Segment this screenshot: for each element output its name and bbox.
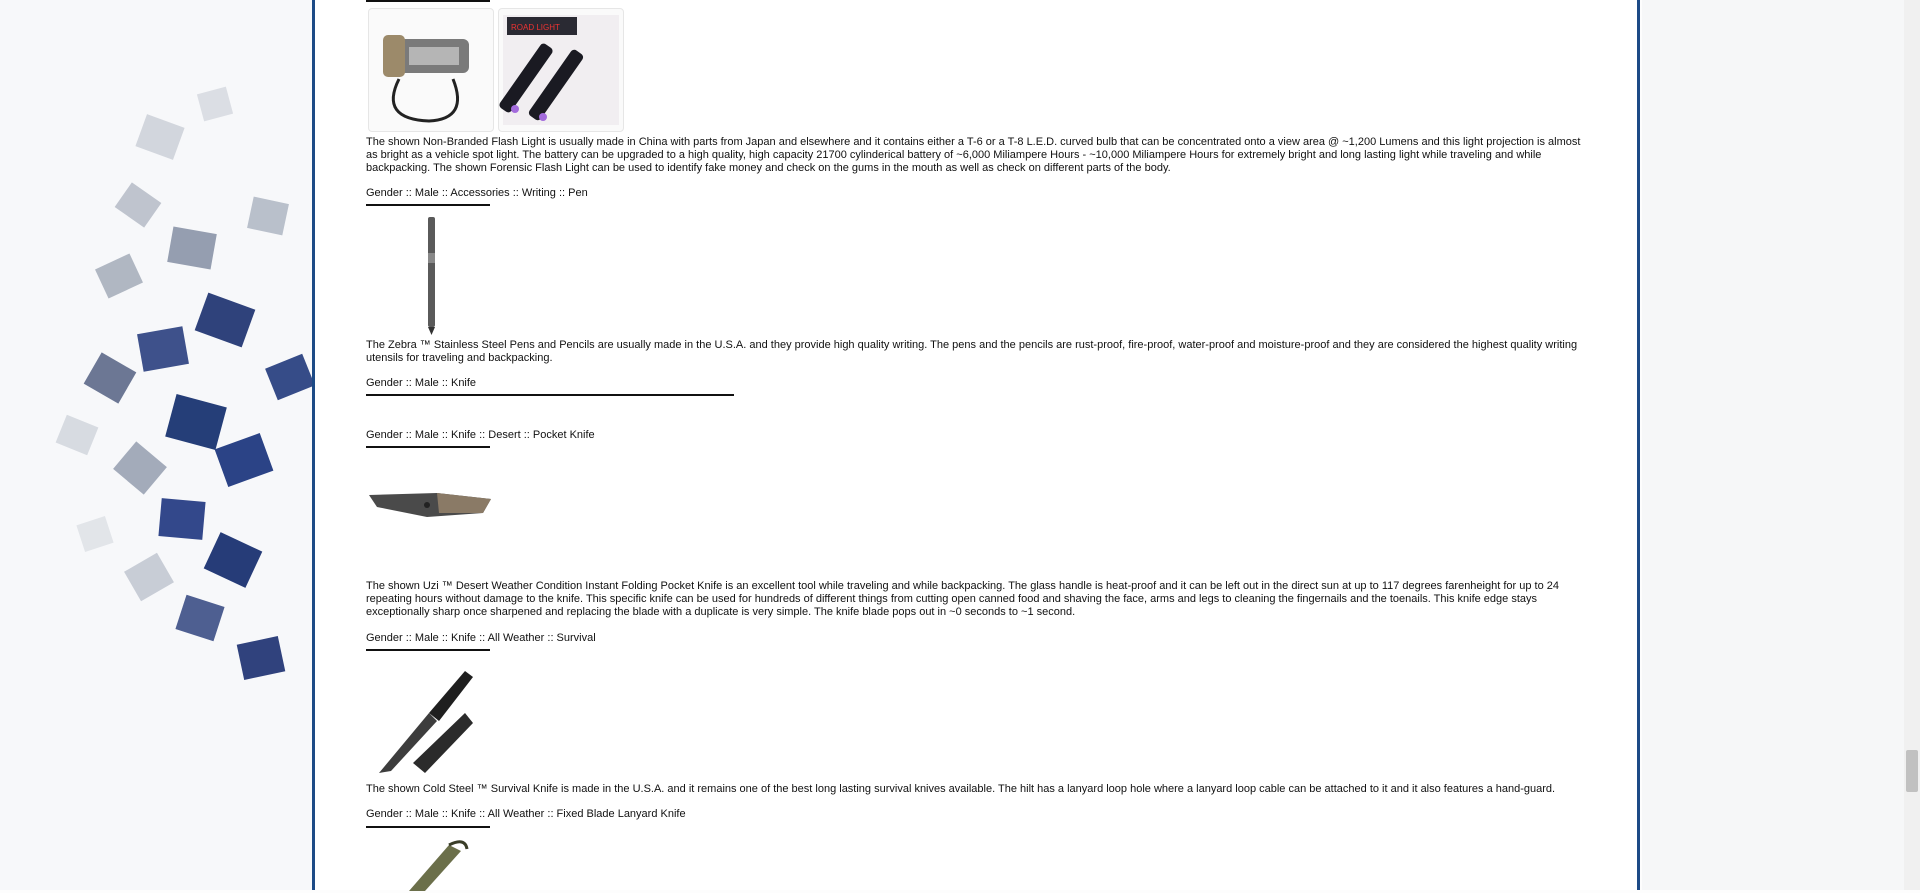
forensic-flashlight-icon: ROAD LIGHT — [499, 15, 619, 125]
knife-category-heading: Gender :: Male :: Knife — [366, 377, 477, 389]
section-divider — [366, 826, 490, 828]
background-right-decoration — [1642, 0, 1904, 890]
content-panel — [312, 0, 1640, 890]
pocket-knife-category-heading: Gender :: Male :: Knife :: Desert :: Poc… — [366, 429, 595, 441]
pen-image[interactable] — [368, 212, 494, 338]
pocket-knife-description: The shown Uzi ™ Desert Weather Condition… — [366, 580, 1559, 618]
page-scrollbar-thumb[interactable] — [1906, 750, 1918, 792]
pocket-knife-image[interactable] — [366, 460, 494, 560]
lanyard-knife-image[interactable] — [368, 834, 494, 892]
pen-description: The Zebra ™ Stainless Steel Pens and Pen… — [366, 339, 1578, 364]
section-divider — [366, 0, 490, 2]
product-box-label: ROAD LIGHT — [511, 23, 560, 32]
flashlight-description: The shown Non-Branded Flash Light is usu… — [366, 136, 1581, 174]
forensic-flashlight-image[interactable]: ROAD LIGHT — [498, 8, 624, 132]
pen-category-heading: Gender :: Male :: Accessories :: Writing… — [366, 187, 588, 199]
section-divider — [366, 204, 490, 206]
flashlight-image[interactable] — [368, 8, 494, 132]
flashlight-icon — [383, 35, 469, 123]
lanyard-knife-icon — [409, 840, 469, 891]
section-divider — [366, 649, 490, 651]
section-divider-wide — [366, 394, 734, 396]
survival-knife-icon — [379, 671, 473, 773]
survival-knife-category-heading: Gender :: Male :: Knife :: All Weather :… — [366, 632, 596, 644]
section-divider — [366, 446, 490, 448]
pocket-knife-icon — [369, 493, 491, 517]
shattered-pattern-graphic — [55, 86, 315, 680]
pen-icon — [428, 217, 435, 335]
background-left-decoration — [0, 0, 315, 890]
survival-knife-description: The shown Cold Steel ™ Survival Knife is… — [366, 783, 1556, 795]
fixed-blade-category-heading: Gender :: Male :: Knife :: All Weather :… — [366, 808, 686, 820]
survival-knife-image[interactable] — [368, 662, 494, 778]
